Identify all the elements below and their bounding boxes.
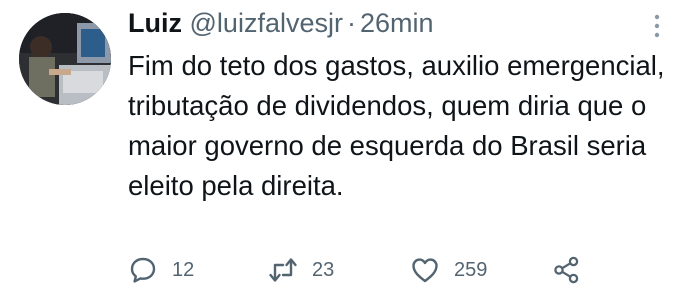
display-name[interactable]: Luiz (128, 8, 182, 38)
vertical-ellipsis-icon (654, 14, 660, 38)
retweet-button[interactable]: 23 (268, 252, 334, 288)
user-handle[interactable]: @luizfalvesjr (190, 8, 343, 38)
tweet-text: Fim do teto dos gastos, auxilio emergenc… (128, 50, 665, 201)
share-nodes-icon (554, 256, 579, 284)
retweet-count: 23 (312, 258, 335, 281)
reply-button[interactable]: 12 (128, 252, 194, 288)
tweet: Luiz @luizfalvesjr · 26min Fim do teto dos… (0, 0, 690, 304)
header-separator: · (346, 8, 356, 38)
like-button[interactable]: 259 (410, 252, 487, 288)
heart-outline-icon (412, 258, 438, 283)
avatar[interactable] (19, 13, 111, 105)
more-options-button[interactable] (646, 13, 668, 39)
tweet-header: Luiz @luizfalvesjr · 26min (128, 6, 434, 40)
timestamp[interactable]: 26min (360, 8, 434, 38)
reply-count: 12 (172, 258, 195, 281)
like-count: 259 (454, 258, 488, 281)
tweet-actions: 12 23 259 (128, 252, 598, 288)
avatar-image (19, 13, 111, 105)
retweet-arrows-icon (269, 258, 297, 282)
speech-bubble-icon (130, 257, 156, 283)
share-button[interactable] (552, 252, 582, 288)
